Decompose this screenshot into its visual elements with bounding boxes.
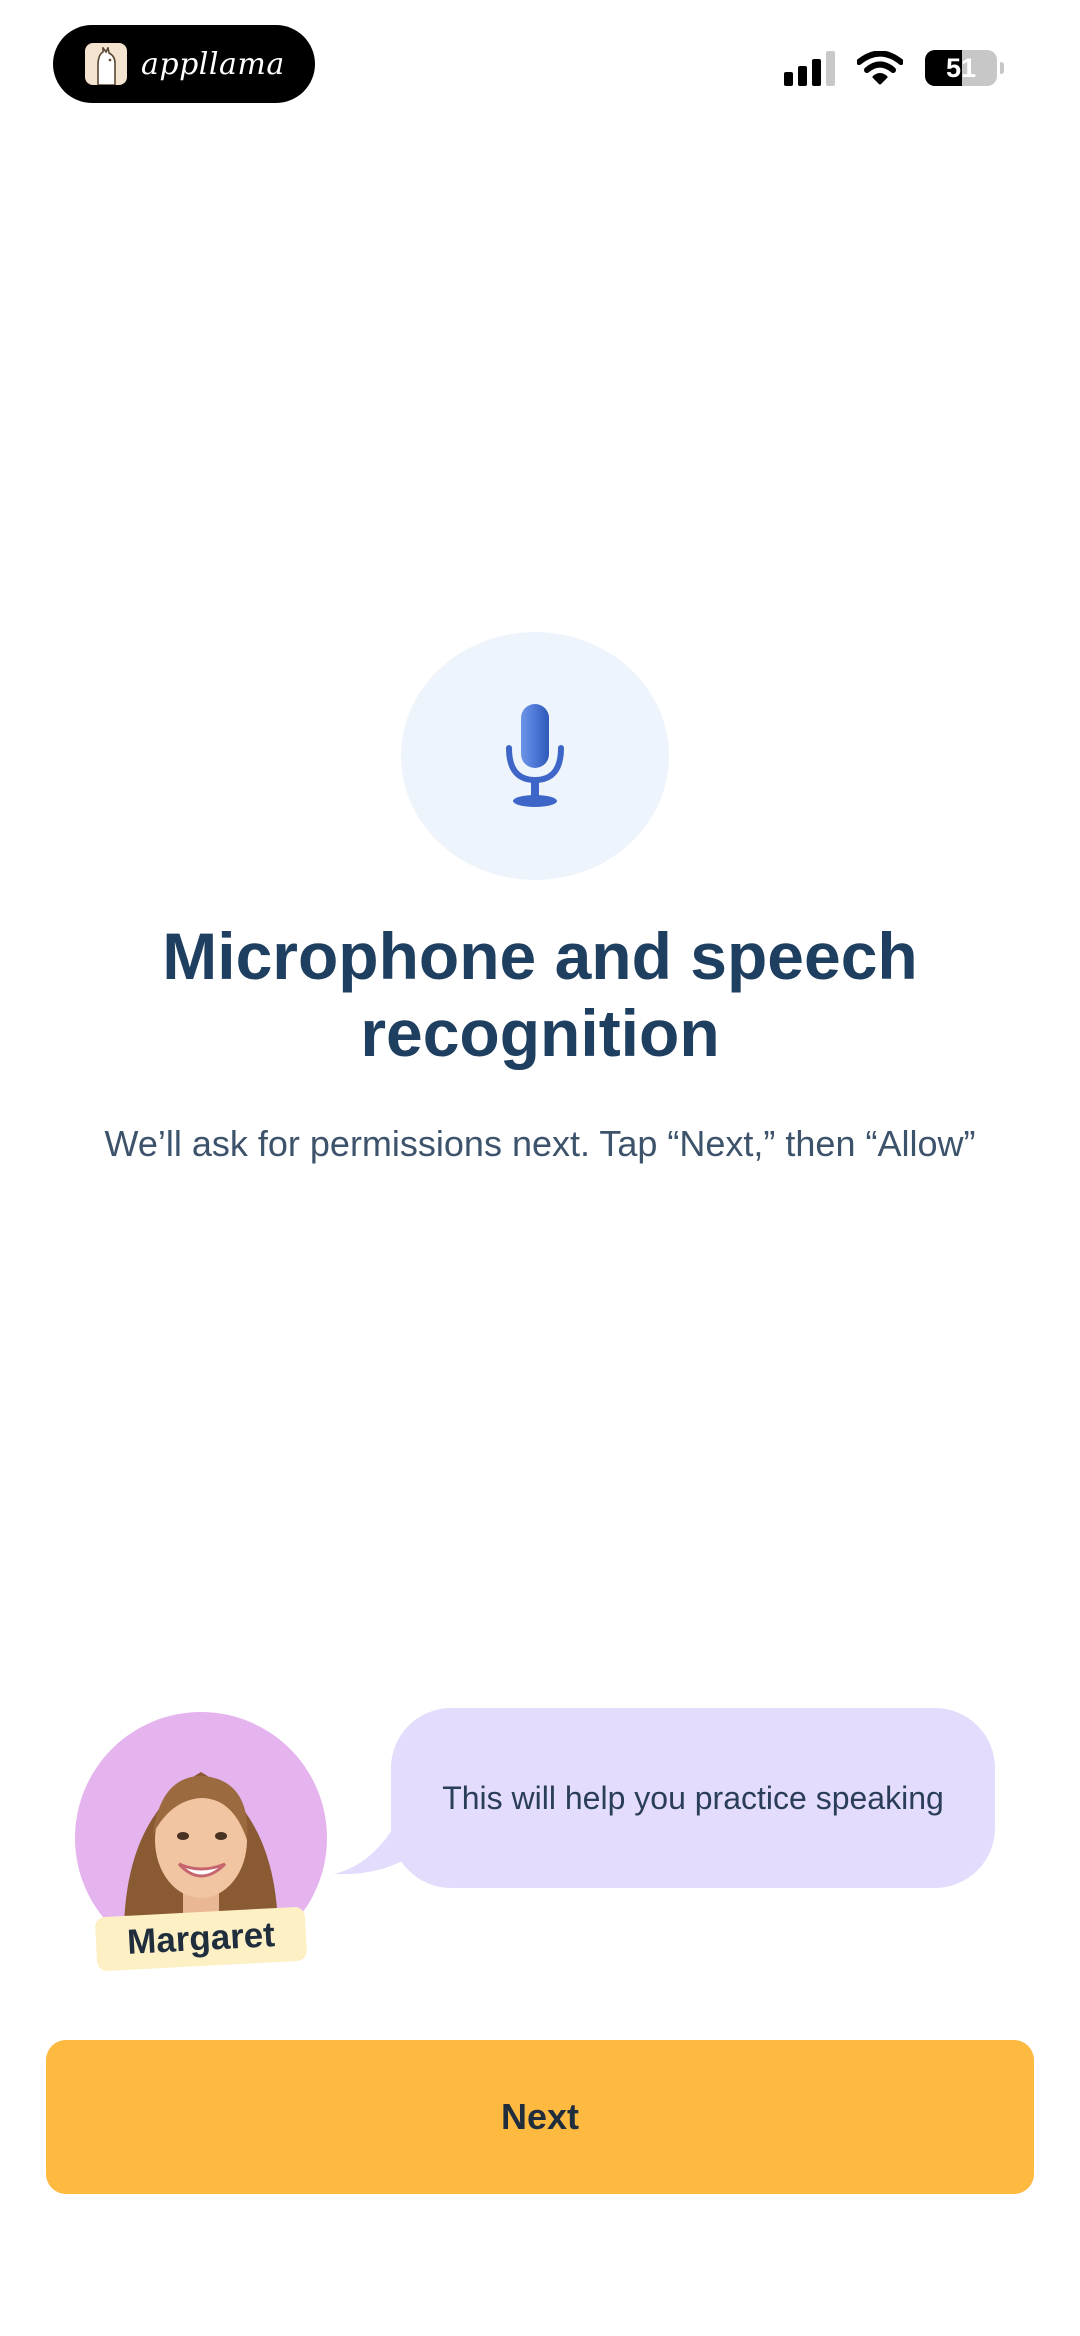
cellular-signal-icon bbox=[784, 50, 835, 86]
tutor-name-tag: Margaret bbox=[94, 1906, 308, 1972]
app-pill-label: appllama bbox=[141, 46, 285, 82]
page-title: Microphone and speech recognition bbox=[162, 919, 918, 1070]
llama-logo-icon bbox=[85, 43, 127, 85]
status-icons: 51 bbox=[784, 50, 1004, 86]
page-subtitle: We’ll ask for permissions next. Tap “Nex… bbox=[104, 1123, 976, 1164]
speech-bubble: This will help you practice speaking bbox=[391, 1708, 995, 1888]
battery-icon: 51 bbox=[925, 50, 1004, 86]
speech-bubble-text: This will help you practice speaking bbox=[442, 1780, 944, 1816]
app-indicator-pill[interactable]: appllama bbox=[53, 25, 315, 103]
microphone-icon bbox=[506, 704, 564, 807]
next-button[interactable]: Next bbox=[46, 2040, 1034, 2194]
wifi-icon bbox=[857, 51, 903, 85]
microphone-illustration bbox=[401, 632, 669, 880]
battery-level: 51 bbox=[945, 52, 977, 83]
